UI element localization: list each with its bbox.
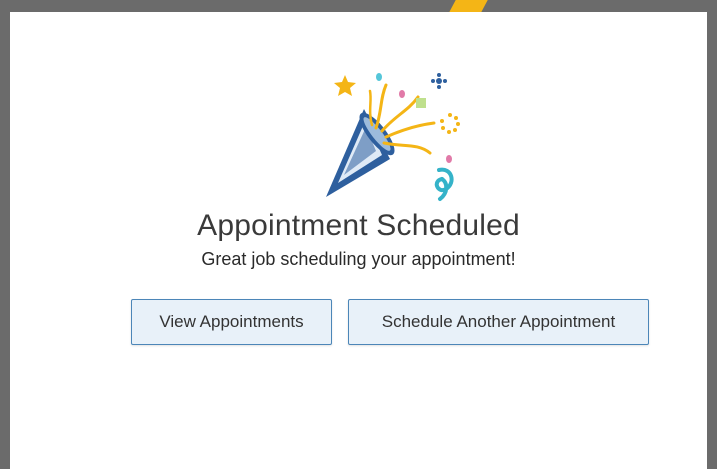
confirmation-panel: Appointment Scheduled Great job scheduli… <box>10 12 707 469</box>
page-title: Appointment Scheduled <box>197 209 520 242</box>
view-appointments-button[interactable]: View Appointments <box>131 299 332 345</box>
party-popper-icon <box>322 71 472 221</box>
schedule-another-appointment-button[interactable]: Schedule Another Appointment <box>348 299 649 345</box>
confirmation-message: Great job scheduling your appointment! <box>201 249 516 269</box>
